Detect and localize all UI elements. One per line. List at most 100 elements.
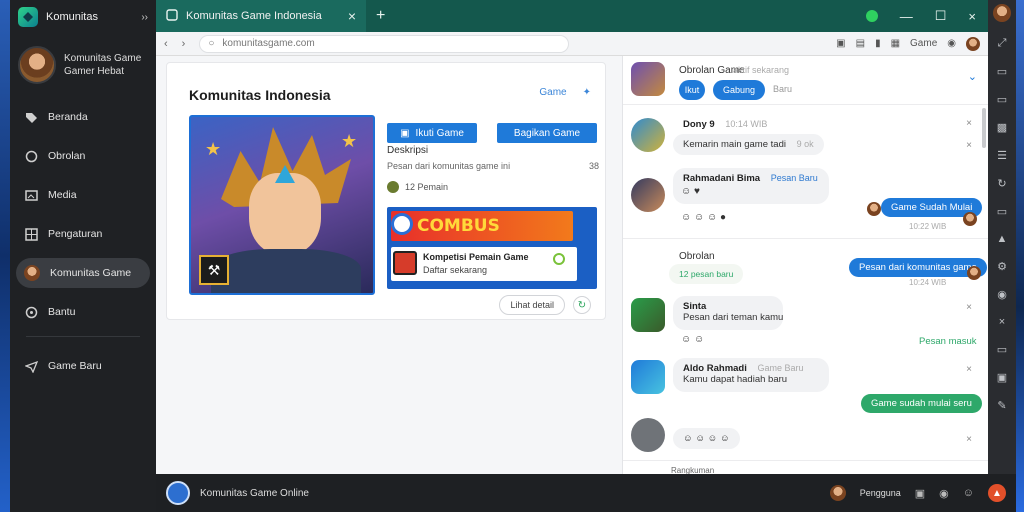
close-icon[interactable]: × xyxy=(966,302,972,313)
emoji-row: ☺ ♥ xyxy=(681,186,700,197)
user-avatar[interactable] xyxy=(829,485,846,501)
close-icon[interactable]: × xyxy=(999,316,1005,328)
sidebar-item-pengaturan[interactable]: Pengaturan xyxy=(16,219,150,249)
close-icon[interactable]: × xyxy=(966,434,972,445)
message-avatar[interactable] xyxy=(631,118,665,152)
wrench-icon[interactable]: ⚒ xyxy=(199,255,229,285)
sidebar-item-obrolan[interactable]: Obrolan xyxy=(16,141,150,171)
close-icon[interactable]: × xyxy=(966,140,972,151)
sender-avatar xyxy=(967,266,981,280)
image-icon[interactable]: ▤ xyxy=(856,38,865,49)
message-avatar[interactable] xyxy=(631,418,665,452)
close-window-icon[interactable]: × xyxy=(968,9,976,24)
bookmark-icon[interactable]: ▮ xyxy=(875,38,881,49)
game-hero-image[interactable]: ★ ★ ⚒ xyxy=(189,115,375,295)
card-actions: Game ✦ xyxy=(539,87,591,98)
lock-icon[interactable]: ▣ xyxy=(997,371,1007,384)
status-text: Komunitas Game Online xyxy=(200,487,309,499)
bookmark-icon: ▣ xyxy=(400,127,410,139)
chat-divider xyxy=(623,104,989,105)
promo-banner: COMBUS xyxy=(391,211,573,241)
close-icon[interactable]: × xyxy=(966,364,972,375)
new-tab-icon[interactable]: + xyxy=(376,7,385,25)
help-icon[interactable]: ◉ xyxy=(997,288,1007,301)
chevron-down-icon[interactable]: ⌄ xyxy=(968,70,977,83)
page-title: Komunitas Indonesia xyxy=(189,87,331,103)
expand-icon[interactable]: ⤢ xyxy=(998,37,1007,50)
sidebar-item-label: Pengaturan xyxy=(48,228,103,240)
view-detail-button[interactable]: Lihat detail xyxy=(499,295,565,315)
help-icon[interactable]: ◉ xyxy=(947,38,956,49)
sidebar-user[interactable]: Komunitas Game Gamer Hebat xyxy=(10,34,156,102)
info-icon: ○ xyxy=(208,38,215,49)
game-controller-icon[interactable] xyxy=(166,481,190,505)
list-icon[interactable]: ☰ xyxy=(997,149,1007,162)
user-subtitle: Gamer Hebat xyxy=(64,66,125,77)
bag-icon[interactable]: ▣ xyxy=(915,487,925,500)
card-action-game[interactable]: Game xyxy=(539,87,566,98)
outgoing-message: Game sudah mulai seru xyxy=(861,394,982,413)
sidebar-item-beranda[interactable]: Beranda xyxy=(16,102,150,132)
promo-card[interactable]: COMBUS Kompetisi Pemain Game Daftar seka… xyxy=(387,207,597,289)
user-avatar[interactable] xyxy=(18,46,56,84)
pin-icon[interactable]: ✦ xyxy=(583,87,591,98)
profile-avatar[interactable] xyxy=(966,36,980,51)
chat-divider xyxy=(623,238,989,239)
sidebar-item-label: Game Baru xyxy=(48,360,102,372)
sidebar-item-bantu[interactable]: Bantu xyxy=(16,297,150,327)
extension-icon[interactable]: ▦ xyxy=(891,38,900,49)
user-name: Komunitas Game xyxy=(64,53,142,64)
panel-icon[interactable]: ▭ xyxy=(997,343,1007,356)
close-icon[interactable]: × xyxy=(966,118,972,129)
sidebar-item-media[interactable]: Media xyxy=(16,180,150,210)
message-bubble: Kemarin main game tadi 9 ok xyxy=(673,134,824,155)
message-avatar[interactable] xyxy=(631,178,665,212)
browser-tab[interactable]: Komunitas Game Indonesia × xyxy=(156,0,366,32)
panel-icon[interactable]: ▭ xyxy=(997,205,1007,218)
gear-icon[interactable]: ⚙ xyxy=(997,260,1007,273)
back-icon[interactable]: ‹ xyxy=(164,38,168,50)
sidebar-item-label: Komunitas Game xyxy=(50,267,132,279)
share-game-button[interactable]: Bagikan Game xyxy=(497,123,597,143)
url-field[interactable]: ○ komunitasgame.com xyxy=(199,34,570,53)
chat-group-button[interactable]: Gabung xyxy=(713,80,765,100)
chart-icon[interactable]: ▩ xyxy=(997,121,1007,134)
message-avatar[interactable] xyxy=(631,298,665,332)
chat-join-button[interactable]: Ikut xyxy=(679,80,705,100)
grid-icon xyxy=(24,227,38,241)
left-sidebar: Komunitas ›› Komunitas Game Gamer Hebat … xyxy=(10,0,156,512)
camera-icon[interactable]: ▣ xyxy=(836,38,845,49)
community-card: Komunitas Indonesia Game ✦ ★ ★ ⚒ ▣ Ikuti… xyxy=(166,62,606,320)
reaction-row[interactable]: ☺ ☺ ☺ ● xyxy=(681,212,726,223)
emoji-icon[interactable]: ☺ xyxy=(963,487,974,499)
reaction-row[interactable]: ☺ ☺ xyxy=(681,334,704,345)
notification-icon[interactable]: ▲ xyxy=(988,484,1006,502)
reaction-row[interactable]: ☺ ☺ ☺ ☺ xyxy=(673,428,740,449)
chat-icon[interactable]: ◉ xyxy=(939,487,949,500)
maximize-icon[interactable]: ☐ xyxy=(935,8,947,24)
sidebar-item-game-baru[interactable]: Game Baru xyxy=(16,351,150,381)
shield-icon[interactable]: ▲ xyxy=(997,233,1008,245)
message-time: 10:24 WIB xyxy=(909,278,947,287)
close-tab-icon[interactable]: × xyxy=(348,8,356,24)
app-logo-icon[interactable] xyxy=(18,7,38,27)
panel-icon[interactable]: ▭ xyxy=(997,65,1007,78)
pen-icon[interactable]: ✎ xyxy=(997,399,1006,412)
check-icon[interactable] xyxy=(553,253,565,265)
chat-scrollbar[interactable] xyxy=(982,108,986,148)
panel-icon[interactable]: ▭ xyxy=(997,93,1007,106)
follow-game-button[interactable]: ▣ Ikuti Game xyxy=(387,123,477,143)
double-chevron-icon[interactable]: ›› xyxy=(141,12,148,23)
sidebar-item-komunitas-game[interactable]: Komunitas Game xyxy=(16,258,150,288)
message-avatar[interactable] xyxy=(631,360,665,394)
chat-group-avatar[interactable] xyxy=(631,62,665,96)
forward-icon[interactable]: › xyxy=(182,38,186,50)
image-icon xyxy=(24,188,38,202)
refresh-icon[interactable]: ↻ xyxy=(573,296,591,314)
minimize-icon[interactable]: — xyxy=(900,9,913,24)
card-footer: Lihat detail ↻ xyxy=(499,295,591,315)
tab-title: Komunitas Game Indonesia xyxy=(186,10,322,22)
sender-avatar xyxy=(963,212,977,226)
refresh-icon[interactable]: ↻ xyxy=(997,177,1006,190)
rail-avatar[interactable] xyxy=(993,4,1011,22)
